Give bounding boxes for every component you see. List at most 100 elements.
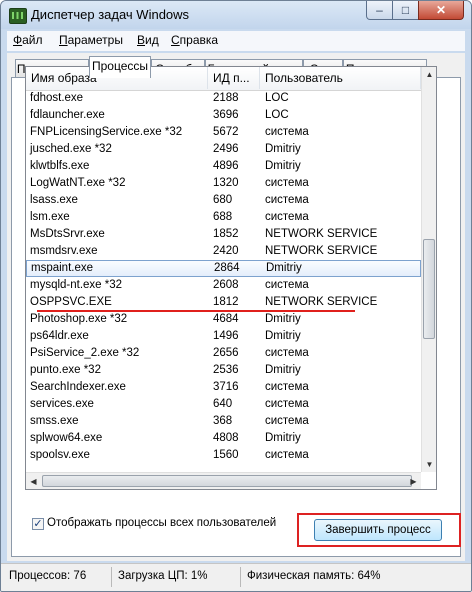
column-image-name-label: Имя образа [31, 71, 97, 85]
table-row[interactable]: lsass.exe 680 система [26, 192, 421, 209]
table-row[interactable]: lsm.exe 688 система [26, 209, 421, 226]
process-user: LOC [265, 109, 289, 121]
menu-view-label: ид [145, 33, 159, 47]
process-name: splwow64.exe [30, 432, 103, 444]
process-name: mspaint.exe [31, 262, 94, 274]
table-row[interactable]: PsiService_2.exe *32 2656 система [26, 345, 421, 362]
horizontal-scrollbar[interactable]: ◀ ▶ [26, 472, 421, 489]
process-name: MsDtsSrvr.exe [30, 228, 105, 240]
vertical-scroll-thumb[interactable] [423, 239, 435, 339]
process-pid: 1812 [213, 296, 239, 308]
process-pid: 2496 [213, 143, 239, 155]
close-button[interactable]: ✕ [418, 1, 464, 20]
process-pid: 1320 [213, 177, 239, 189]
show-all-users-checkbox[interactable]: ✓ [32, 518, 44, 530]
status-memory: Физическая память: 64% [247, 570, 381, 582]
process-name: lsass.exe [30, 194, 78, 206]
process-user: система [265, 347, 309, 359]
task-manager-window: Диспетчер задач Windows – □ ✕ Файл Парам… [0, 0, 472, 592]
process-pid: 2656 [213, 347, 239, 359]
process-user: система [265, 211, 309, 223]
table-row[interactable]: OSPPSVC.EXE 1812 NETWORK SERVICE [26, 294, 421, 311]
table-row[interactable]: ps64ldr.exe 1496 Dmitriy [26, 328, 421, 345]
scroll-up-icon[interactable]: ▲ [422, 67, 436, 82]
table-row[interactable]: services.exe 640 система [26, 396, 421, 413]
process-pid: 1496 [213, 330, 239, 342]
process-user: NETWORK SERVICE [265, 245, 378, 257]
process-user: Dmitriy [266, 262, 302, 274]
process-pid: 1852 [213, 228, 239, 240]
process-pid: 5672 [213, 126, 239, 138]
maximize-button[interactable]: □ [392, 1, 419, 20]
menu-help[interactable]: Справка [171, 33, 218, 47]
process-rows: fdhost.exe 2188 LOC fdlauncher.exe 3696 LOC FN… [26, 90, 421, 464]
status-separator [240, 567, 241, 587]
table-row-selected[interactable]: mspaint.exe 2864 Dmitriy [26, 260, 421, 277]
table-row[interactable]: LogWatNT.exe *32 1320 система [26, 175, 421, 192]
table-row[interactable]: klwtblfs.exe 4896 Dmitriy [26, 158, 421, 175]
task-manager-icon [9, 8, 27, 24]
process-name: SearchIndexer.exe [30, 381, 126, 393]
menu-options-mnemonic: П [59, 33, 68, 47]
show-all-users-label[interactable]: Отображать процессы всех пользователей [47, 517, 276, 529]
process-name: klwtblfs.exe [30, 160, 90, 172]
red-underline-annotation [37, 310, 355, 312]
table-row[interactable]: smss.exe 368 система [26, 413, 421, 430]
menu-view-mnemonic: В [137, 33, 146, 47]
process-name: LogWatNT.exe *32 [30, 177, 126, 189]
table-row[interactable]: msmdsrv.exe 2420 NETWORK SERVICE [26, 243, 421, 260]
process-user: Dmitriy [265, 160, 301, 172]
menu-help-mnemonic: С [171, 33, 180, 47]
menu-options-label: араметры [67, 33, 123, 47]
horizontal-scroll-thumb[interactable] [42, 475, 412, 487]
process-user: система [265, 279, 309, 291]
scroll-down-icon[interactable]: ▼ [422, 457, 436, 472]
menu-file-label: айл [22, 33, 43, 47]
table-row[interactable]: mysqld-nt.exe *32 2608 система [26, 277, 421, 294]
table-row[interactable]: Photoshop.exe *32 4684 Dmitriy [26, 311, 421, 328]
menu-file[interactable]: Файл [13, 33, 43, 47]
minimize-button[interactable]: – [366, 1, 393, 20]
menu-file-mnemonic: Ф [13, 33, 23, 47]
end-process-button[interactable]: Завершить процесс [314, 519, 442, 541]
status-cpu: Загрузка ЦП: 1% [118, 570, 208, 582]
process-user: система [265, 177, 309, 189]
scroll-right-icon[interactable]: ▶ [406, 474, 421, 489]
menu-options[interactable]: Параметры [59, 33, 123, 47]
table-row[interactable]: SearchIndexer.exe 3716 система [26, 379, 421, 396]
process-user: система [265, 415, 309, 427]
process-list[interactable]: ▲ Имя образа ИД п... Пользователь fdhost… [25, 66, 437, 490]
list-header: ▲ Имя образа ИД п... Пользователь [26, 67, 421, 91]
table-row[interactable]: FNPLicensingService.exe *32 5672 система [26, 124, 421, 141]
table-row[interactable]: fdlauncher.exe 3696 LOC [26, 107, 421, 124]
status-bar: Процессов: 76 Загрузка ЦП: 1% Физическая… [1, 563, 471, 591]
process-pid: 368 [213, 415, 233, 427]
table-row[interactable]: splwow64.exe 4808 Dmitriy [26, 430, 421, 447]
column-header-pid[interactable]: ИД п... [208, 67, 260, 89]
menu-view[interactable]: Вид [137, 33, 159, 47]
vertical-scrollbar[interactable]: ▲ ▼ [421, 67, 436, 472]
process-name: mysqld-nt.exe *32 [30, 279, 123, 291]
process-user: Dmitriy [265, 364, 301, 376]
table-row[interactable]: jusched.exe *32 2496 Dmitriy [26, 141, 421, 158]
process-name: jusched.exe *32 [30, 143, 112, 155]
table-row[interactable]: MsDtsSrvr.exe 1852 NETWORK SERVICE [26, 226, 421, 243]
process-user: NETWORK SERVICE [265, 296, 378, 308]
scroll-left-icon[interactable]: ◀ [26, 474, 41, 489]
process-name: OSPPSVC.EXE [30, 296, 112, 308]
process-user: система [265, 398, 309, 410]
process-user: Dmitriy [265, 313, 301, 325]
process-user: система [265, 449, 309, 461]
tab-processes[interactable]: Процессы [89, 56, 151, 78]
process-pid: 688 [213, 211, 233, 223]
column-header-user[interactable]: Пользователь [260, 67, 421, 89]
table-row[interactable]: fdhost.exe 2188 LOC [26, 90, 421, 107]
table-row[interactable]: spoolsv.exe 1560 система [26, 447, 421, 464]
title-bar[interactable]: Диспетчер задач Windows – □ ✕ [1, 1, 471, 29]
process-name: PsiService_2.exe *32 [30, 347, 140, 359]
process-pid: 2608 [213, 279, 239, 291]
process-pid: 4896 [213, 160, 239, 172]
process-pid: 640 [213, 398, 233, 410]
table-row[interactable]: punto.exe *32 2536 Dmitriy [26, 362, 421, 379]
process-pid: 680 [213, 194, 233, 206]
